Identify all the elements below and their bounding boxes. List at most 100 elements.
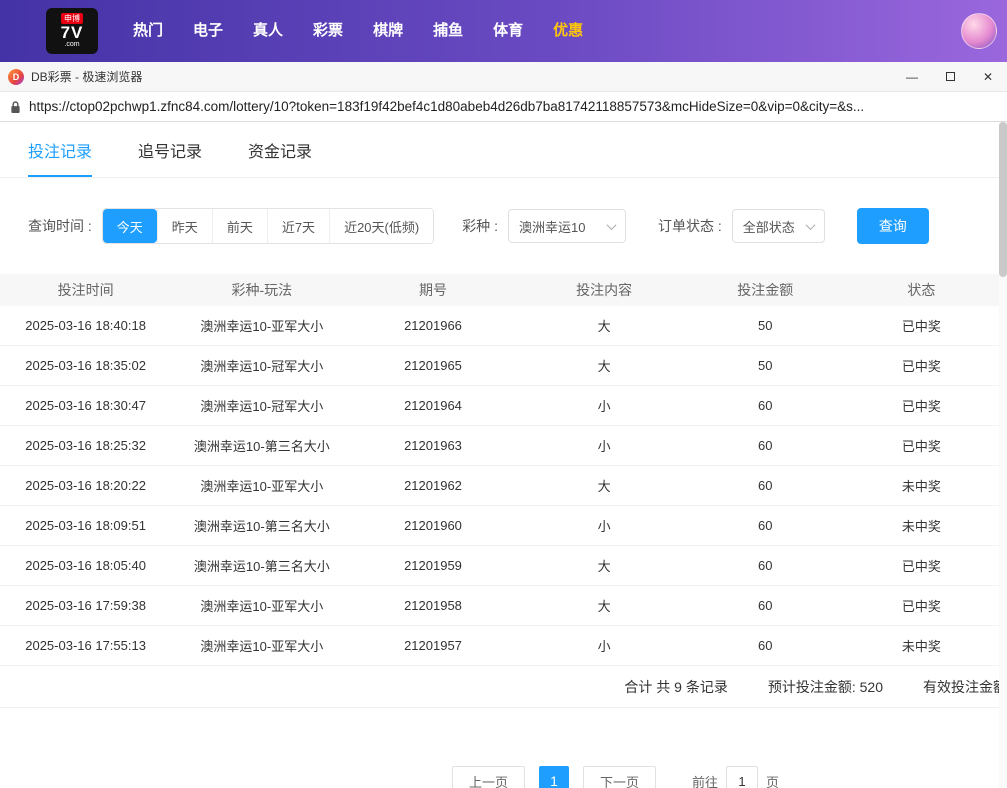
summary-expected-amount: 预计投注金额: 520 — [767, 678, 883, 695]
time-filter-label: 查询时间 : — [28, 218, 92, 234]
nav-item[interactable]: 棋牌 — [358, 0, 418, 62]
site-favicon-icon: D — [8, 68, 24, 85]
time-filter-option[interactable]: 近20天(低频) — [329, 209, 434, 243]
table-cell: 21201960 — [404, 518, 462, 533]
bet-records-table: 投注时间 彩种-玩法 期号 投注内容 投注金额 状态 2025-03-16 18:40:1… — [0, 274, 1007, 708]
next-page-button[interactable]: 下一页 — [583, 766, 657, 788]
lottery-select[interactable]: 澳洲幸运10 — [507, 209, 626, 243]
table-cell: 2025-03-16 17:59:38 — [25, 598, 146, 613]
summary-total: 合计 共 9 条记录 — [624, 678, 728, 695]
table-cell: 2025-03-16 17:55:13 — [25, 638, 146, 653]
column-header: 期号 — [418, 282, 447, 298]
filter-bar: 查询时间 : 今天 昨天 前天 近7天 近20天(低频) 彩种 : 澳洲幸运10 订单状… — [28, 208, 1007, 244]
table-cell: 60 — [758, 518, 773, 533]
table-cell: 21201958 — [404, 598, 462, 613]
time-filter-option[interactable]: 近7天 — [266, 209, 330, 243]
query-button[interactable]: 查询 — [856, 208, 929, 244]
table-cell: 60 — [758, 398, 773, 413]
table-cell: 21201962 — [404, 478, 462, 493]
minimize-button[interactable]: — — [893, 62, 931, 91]
url-text[interactable]: https://ctop02pchwp1.zfnc84.com/lottery/… — [29, 99, 864, 114]
scrollbar[interactable] — [999, 122, 1007, 788]
table-cell: 澳洲幸运10-冠军大小 — [200, 359, 324, 374]
minimize-icon: — — [906, 69, 918, 84]
maximize-button[interactable] — [931, 62, 969, 91]
nav-item[interactable]: 彩票 — [298, 0, 358, 62]
table-cell: 小 — [597, 639, 611, 654]
table-cell: 21201966 — [404, 318, 462, 333]
site-nav-menu: 热门 电子 真人 彩票 棋牌 捕鱼 体育 优惠 — [118, 0, 598, 62]
table-header-row: 投注时间 彩种-玩法 期号 投注内容 投注金额 状态 — [0, 274, 1007, 306]
status-cell: 未中奖 — [901, 479, 941, 494]
summary-valid-amount: 有效投注金额 — [923, 678, 1007, 695]
time-filter-option[interactable]: 今天 — [102, 209, 157, 243]
table-cell: 澳洲幸运10-亚军大小 — [200, 319, 324, 334]
table-row: 2025-03-16 17:59:38 澳洲幸运10-亚军大小 21201958 大 6… — [0, 586, 1007, 626]
page-number-button[interactable]: 1 — [539, 766, 570, 788]
page-content: 投注记录 追号记录 资金记录 查询时间 : 今天 昨天 前天 近7天 近20天(低频) … — [0, 122, 1007, 788]
browser-titlebar: D DB彩票 - 极速浏览器 — ✕ — [0, 62, 1007, 92]
site-logo[interactable]: 申博 7V .com — [46, 8, 98, 54]
maximize-icon — [945, 72, 955, 81]
table-cell: 60 — [758, 438, 773, 453]
table-row: 2025-03-16 18:40:18 澳洲幸运10-亚军大小 21201966 大 5… — [0, 306, 1007, 346]
tab-chase-records[interactable]: 追号记录 — [138, 138, 202, 177]
site-navbar: 申博 7V .com 热门 电子 真人 彩票 棋牌 捕鱼 体育 优惠 — [0, 0, 1007, 62]
status-filter-label: 订单状态 : — [657, 218, 722, 234]
nav-item[interactable]: 真人 — [238, 0, 298, 62]
pagination: 上一页 1 下一页 前往 页 — [452, 766, 779, 788]
table-row: 2025-03-16 18:30:47 澳洲幸运10-冠军大小 21201964 小 6… — [0, 386, 1007, 426]
table-cell: 大 — [597, 599, 611, 614]
address-bar[interactable]: https://ctop02pchwp1.zfnc84.com/lottery/… — [0, 92, 1007, 122]
status-cell: 已中奖 — [901, 319, 941, 334]
table-cell: 澳洲幸运10-第三名大小 — [193, 559, 330, 574]
lock-icon — [10, 100, 21, 114]
chevron-down-icon — [606, 219, 617, 230]
table-cell: 澳洲幸运10-第三名大小 — [193, 439, 330, 454]
table-row: 2025-03-16 18:20:22 澳洲幸运10-亚军大小 21201962 大 6… — [0, 466, 1007, 506]
table-cell: 2025-03-16 18:30:47 — [25, 398, 146, 413]
table-cell: 澳洲幸运10-第三名大小 — [193, 519, 330, 534]
table-cell: 2025-03-16 18:09:51 — [25, 518, 146, 533]
time-filter-option[interactable]: 昨天 — [156, 209, 212, 243]
nav-item[interactable]: 优惠 — [538, 0, 598, 62]
scrollbar-thumb[interactable] — [999, 122, 1007, 277]
column-header: 投注金额 — [737, 282, 794, 298]
status-cell: 已中奖 — [901, 439, 941, 454]
goto-page-input[interactable] — [726, 766, 759, 788]
status-cell: 未中奖 — [901, 639, 941, 654]
table-cell: 2025-03-16 18:20:22 — [25, 478, 146, 493]
column-header: 投注内容 — [576, 282, 633, 298]
nav-item[interactable]: 热门 — [118, 0, 178, 62]
order-status-select[interactable]: 全部状态 — [731, 209, 825, 243]
chevron-down-icon — [805, 219, 816, 230]
logo-subtext: .com — [64, 41, 80, 48]
table-cell: 大 — [597, 479, 611, 494]
table-row: 2025-03-16 18:25:32 澳洲幸运10-第三名大小 21201963 小… — [0, 426, 1007, 466]
table-cell: 2025-03-16 18:35:02 — [25, 358, 146, 373]
table-cell: 大 — [597, 359, 611, 374]
table-row: 2025-03-16 18:35:02 澳洲幸运10-冠军大小 21201965 大 5… — [0, 346, 1007, 386]
table-cell: 小 — [597, 439, 611, 454]
order-status-value: 全部状态 — [742, 219, 795, 235]
prev-page-button[interactable]: 上一页 — [452, 766, 526, 788]
tab-bet-records[interactable]: 投注记录 — [28, 138, 93, 177]
summary-row: 合计 共 9 条记录 预计投注金额: 520 有效投注金额 — [0, 666, 1007, 708]
table-cell: 澳洲幸运10-亚军大小 — [200, 479, 324, 494]
tab-fund-records[interactable]: 资金记录 — [248, 138, 312, 177]
nav-item[interactable]: 体育 — [478, 0, 538, 62]
table-cell: 大 — [597, 319, 611, 334]
table-cell: 60 — [758, 638, 773, 653]
user-avatar[interactable] — [961, 13, 997, 49]
nav-item[interactable]: 电子 — [178, 0, 238, 62]
table-cell: 2025-03-16 18:40:18 — [25, 318, 146, 333]
table-cell: 21201963 — [404, 438, 462, 453]
table-cell: 60 — [758, 598, 773, 613]
close-button[interactable]: ✕ — [969, 62, 1007, 91]
lottery-filter-label: 彩种 : — [462, 218, 498, 234]
table-cell: 2025-03-16 18:25:32 — [25, 438, 146, 453]
table-cell: 50 — [758, 358, 773, 373]
status-cell: 已中奖 — [901, 399, 941, 414]
nav-item[interactable]: 捕鱼 — [418, 0, 478, 62]
time-filter-option[interactable]: 前天 — [211, 209, 267, 243]
